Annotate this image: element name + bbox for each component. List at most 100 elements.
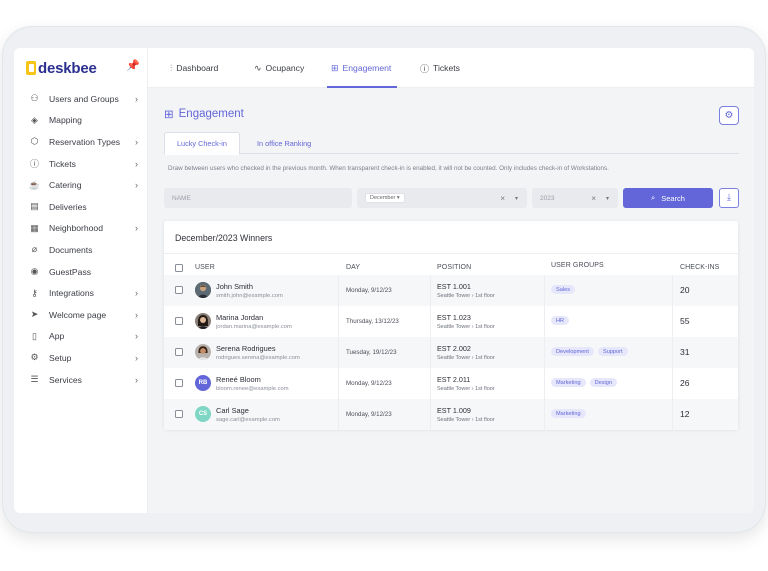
sidebar-item-catering[interactable]: ☕ Catering ›	[14, 174, 148, 196]
sidebar-item-reservation-types[interactable]: ⬡ Reservation Types ›	[14, 131, 148, 153]
alert-circle-icon: ⓘ	[420, 63, 430, 74]
row-checkbox[interactable]	[175, 410, 183, 418]
sidebar-item-tickets[interactable]: ⓘ Tickets ›	[14, 153, 148, 175]
position-code: EST 1.001	[437, 282, 471, 291]
table-row[interactable]: Serena Rodrigues rodrigues.serena@exampl…	[164, 337, 738, 368]
top-navigation: ⫶ Dashboard ∿ Ocupancy ⊞ Engagement ⓘ Ti…	[148, 48, 754, 88]
user-name: John Smith	[216, 282, 253, 291]
sidebar-item-setup[interactable]: ⚙ Setup ›	[14, 347, 148, 369]
sidebar-item-users-and-groups[interactable]: ⚇ Users and Groups ›	[14, 88, 148, 110]
row-checkbox[interactable]	[175, 317, 183, 325]
search-button[interactable]: ⌕ Search	[623, 188, 713, 208]
smartphone-icon: ▯	[32, 330, 37, 341]
grid-icon: ▦	[30, 222, 39, 233]
checkin-count: 55	[680, 316, 690, 326]
page-title-text: Engagement	[178, 108, 244, 120]
sidebar-item-label: Tickets	[49, 158, 76, 169]
pin-icon[interactable]: 📌	[126, 59, 140, 72]
clear-icon[interactable]: ×	[500, 194, 505, 203]
year-value: 2023	[540, 194, 555, 202]
sidebar-item-mapping[interactable]: ◈ Mapping	[14, 110, 148, 132]
sidebar-item-services[interactable]: ☰ Services ›	[14, 369, 148, 391]
table-row[interactable]: Marina Jordan jordan.marina@example.com …	[164, 306, 738, 337]
column-divider	[672, 399, 673, 430]
row-checkbox[interactable]	[175, 379, 183, 387]
column-header-position[interactable]: POSITION	[437, 264, 471, 271]
tab-ocupancy[interactable]: ∿ Ocupancy	[254, 48, 304, 88]
chevron-right-icon: ›	[135, 352, 138, 363]
tab-engagement[interactable]: ⊞ Engagement	[326, 48, 398, 88]
user-groups: Development Support	[551, 347, 628, 356]
tab-label: Ocupancy	[265, 63, 305, 73]
year-select[interactable]: 2023 × ▾	[532, 188, 618, 208]
name-filter-input[interactable]: NAME	[164, 188, 352, 208]
activity-icon: ∿	[254, 62, 262, 73]
checkin-count: 26	[680, 378, 690, 388]
column-divider	[672, 337, 673, 368]
subtab-lucky-check-in[interactable]: Lucky Check-in	[164, 132, 240, 155]
tab-dashboard[interactable]: ⫶ Dashboard	[170, 48, 218, 88]
sidebar-item-welcome-page[interactable]: ➤ Welcome page ›	[14, 304, 148, 326]
download-icon: ⤓	[727, 193, 731, 203]
settings-button[interactable]: ⚙	[719, 106, 739, 125]
checkin-day: Thursday, 13/12/23	[346, 318, 399, 325]
checkin-day: Tuesday, 19/12/23	[346, 349, 397, 356]
sidebar-item-guestpass[interactable]: ◉ GuestPass	[14, 261, 148, 283]
deskbee-logo[interactable]: deskbee	[26, 59, 97, 77]
download-button[interactable]: ⤓	[719, 188, 739, 208]
user-name: Marina Jordan	[216, 313, 264, 322]
month-select[interactable]: December ▾ × ▾	[357, 188, 527, 208]
group-chip: Support	[597, 347, 628, 356]
group-chip: Design	[589, 378, 617, 387]
winners-card: December/2023 Winners USER DAY POSITION …	[164, 221, 738, 430]
gift-icon: ⊞	[331, 62, 339, 73]
sidebar-item-deliveries[interactable]: ▤ Deliveries	[14, 196, 148, 218]
column-header-user-groups[interactable]: USER GROUPS	[551, 262, 604, 269]
user-groups: Marketing	[551, 409, 586, 418]
column-header-user[interactable]: USER	[195, 264, 215, 271]
month-value: December	[370, 195, 396, 201]
chevron-right-icon: ›	[135, 93, 138, 104]
sidebar-item-neighborhood[interactable]: ▦ Neighborhood ›	[14, 218, 148, 240]
send-icon: ➤	[30, 309, 39, 320]
tab-tickets[interactable]: ⓘ Tickets	[420, 48, 460, 88]
user-name: Serena Rodrigues	[216, 344, 276, 353]
bar-chart-icon: ⫶	[170, 62, 173, 73]
main-content: ⊞ Engagement ⚙ Lucky Check-in In office …	[148, 88, 754, 513]
user-email: jordan.marina@example.com	[216, 324, 292, 330]
sidebar-item-app[interactable]: ▯ App ›	[14, 326, 148, 348]
table-row[interactable]: CS Carl Sage sage.carl@example.com Monda…	[164, 399, 738, 430]
row-checkbox[interactable]	[175, 348, 183, 356]
column-divider	[544, 337, 545, 368]
user-email: smith.john@example.com	[216, 293, 283, 299]
column-header-check-ins[interactable]: CHECK-INS	[680, 264, 719, 271]
subtab-in-office-ranking[interactable]: In office Ranking	[245, 132, 323, 154]
chevron-right-icon: ›	[135, 288, 138, 299]
chevron-down-icon[interactable]: ▾	[515, 195, 518, 202]
table-row[interactable]: John Smith smith.john@example.com Monday…	[164, 275, 738, 306]
sidebar-item-label: Users and Groups	[49, 93, 119, 104]
gear-icon: ⚙	[30, 352, 39, 363]
group-chip: Sales	[551, 285, 575, 294]
chevron-down-icon[interactable]: ▾	[606, 195, 609, 202]
sidebar-item-label: App	[49, 331, 65, 342]
column-divider	[338, 306, 339, 337]
position-location: Seattle Tower › 1st floor	[437, 324, 495, 330]
paperclip-icon: ⌀	[31, 244, 38, 255]
column-divider	[338, 399, 339, 430]
clear-icon[interactable]: ×	[591, 194, 596, 203]
sidebar-item-label: Integrations	[49, 288, 94, 299]
logo-wordmark: deskbee	[38, 59, 97, 77]
search-icon: ⌕	[651, 193, 656, 202]
column-header-day[interactable]: DAY	[346, 264, 360, 271]
row-checkbox[interactable]	[175, 286, 183, 294]
group-chip: Marketing	[551, 378, 586, 387]
chevron-right-icon: ›	[135, 223, 138, 234]
sidebar-item-documents[interactable]: ⌀ Documents	[14, 239, 148, 261]
sidebar-item-integrations[interactable]: ⚷ Integrations ›	[14, 282, 148, 304]
select-all-checkbox[interactable]	[175, 264, 183, 272]
avatar: CS	[195, 406, 211, 422]
sidebar-item-label: Setup	[49, 352, 72, 363]
table-row[interactable]: RB Reneé Bloom bloom.renee@example.com M…	[164, 368, 738, 399]
position-location: Seattle Tower › 1st floor	[437, 355, 495, 361]
